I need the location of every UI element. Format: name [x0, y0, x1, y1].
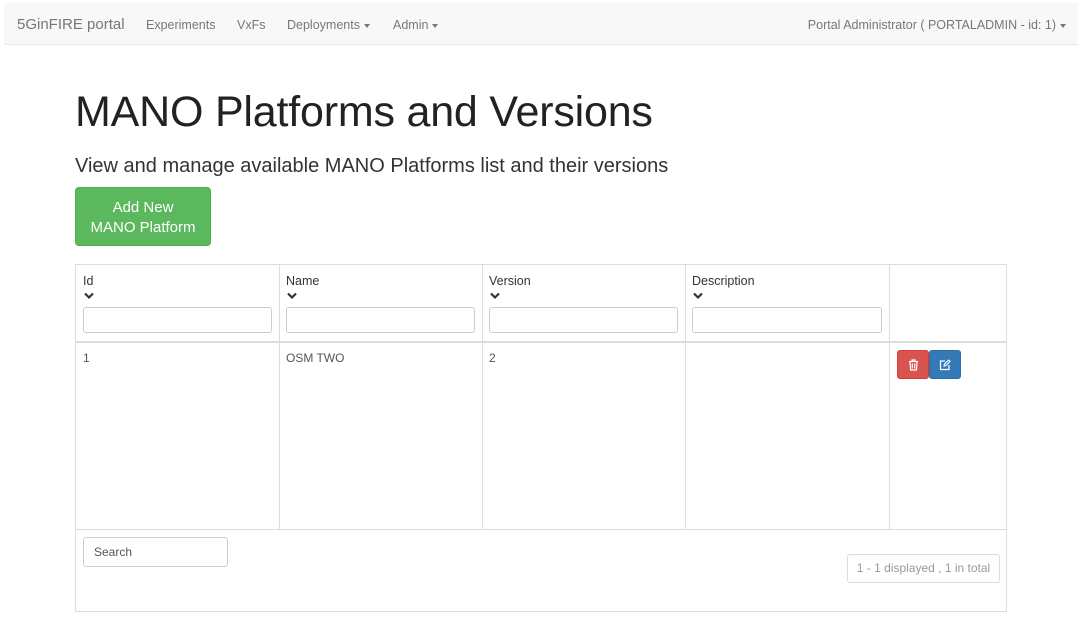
column-header-name[interactable]: Name [286, 274, 319, 288]
add-button-label-line1: Add New [112, 199, 174, 216]
chevron-down-icon[interactable] [84, 292, 94, 300]
column-header-description[interactable]: Description [692, 274, 755, 288]
search-input[interactable] [83, 537, 228, 567]
header-separator [76, 341, 1006, 343]
chevron-down-icon[interactable] [693, 292, 703, 300]
navbar: 5GinFIRE portal Experiments VxFs Deploym… [4, 3, 1078, 45]
column-divider [889, 265, 890, 529]
column-header-id[interactable]: Id [83, 274, 93, 288]
nav-deployments-label: Deployments [287, 18, 360, 32]
chevron-down-icon[interactable] [287, 292, 297, 300]
nav-experiments[interactable]: Experiments [146, 18, 215, 32]
nav-admin-dropdown[interactable]: Admin [393, 18, 439, 32]
filter-id-input[interactable] [83, 307, 272, 333]
platforms-table: Id Name Version Description 1 OSM TWO 2 … [75, 264, 1007, 612]
nav-admin-label: Admin [393, 18, 429, 32]
filter-name-input[interactable] [286, 307, 475, 333]
add-mano-platform-button[interactable]: Add New MANO Platform [75, 187, 211, 246]
caret-down-icon [363, 23, 370, 28]
caret-down-icon [1060, 23, 1066, 28]
column-header-version[interactable]: Version [489, 274, 531, 288]
add-button-label-line2: MANO Platform [90, 219, 196, 236]
user-menu-label: Portal Administrator ( PORTALADMIN - id:… [807, 18, 1056, 32]
user-menu-dropdown[interactable]: Portal Administrator ( PORTALADMIN - id:… [808, 18, 1066, 32]
filter-version-input[interactable] [489, 307, 678, 333]
page-subtitle: View and manage available MANO Platforms… [75, 155, 669, 177]
cell-name: OSM TWO [286, 351, 345, 365]
filter-description-input[interactable] [692, 307, 882, 333]
page-title: MANO Platforms and Versions [75, 88, 653, 136]
caret-down-icon [432, 23, 439, 28]
nav-vxfs[interactable]: VxFs [237, 18, 265, 32]
edit-button[interactable] [929, 350, 961, 379]
column-divider [482, 265, 483, 529]
chevron-down-icon[interactable] [490, 292, 500, 300]
footer-separator [76, 529, 1006, 530]
trash-icon [908, 358, 918, 371]
cell-version: 2 [489, 351, 496, 365]
brand-link[interactable]: 5GinFIRE portal [17, 16, 125, 33]
pagination-info: 1 - 1 displayed , 1 in total [847, 554, 1000, 583]
edit-icon [939, 358, 951, 370]
column-divider [685, 265, 686, 529]
nav-deployments-dropdown[interactable]: Deployments [287, 18, 370, 32]
delete-button[interactable] [897, 350, 929, 379]
cell-id: 1 [83, 351, 90, 365]
column-divider [279, 265, 280, 529]
